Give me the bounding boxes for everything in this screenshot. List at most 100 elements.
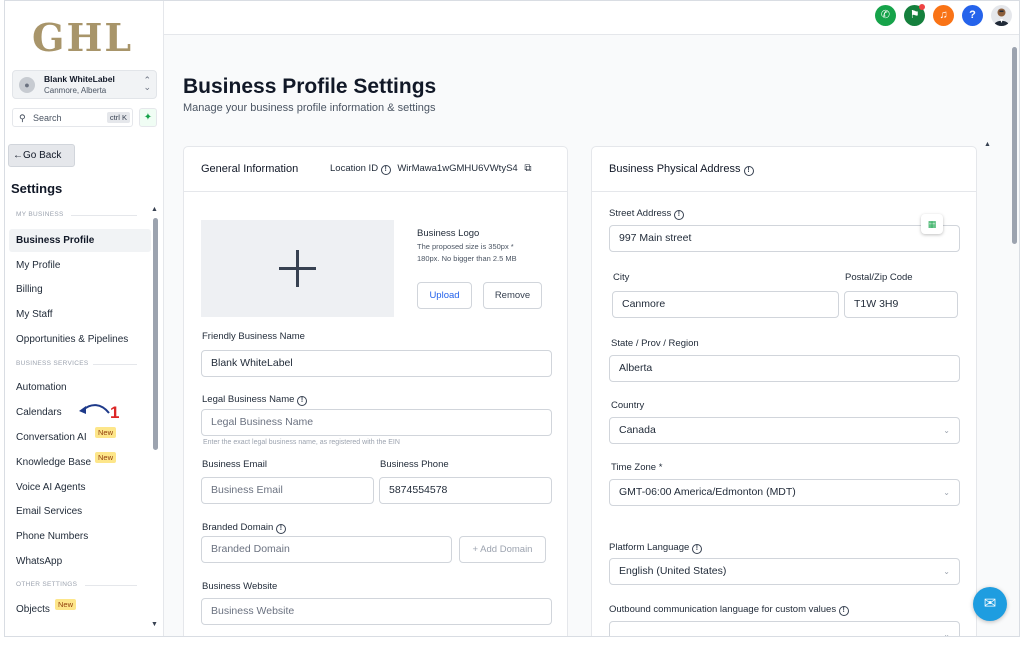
platform-language-label: Platform Language ! (609, 542, 702, 554)
sidebar-item-opportunities[interactable]: Opportunities & Pipelines (9, 328, 151, 351)
sidebar-item-voice-ai-agents[interactable]: Voice AI Agents (9, 476, 151, 499)
platform-language-select[interactable]: English (United States) ⌄ (609, 558, 960, 585)
timezone-select[interactable]: GMT-06:00 America/Edmonton (MDT) ⌄ (609, 479, 960, 506)
plus-icon-vertical (296, 250, 299, 287)
sidebar-item-email-services[interactable]: Email Services (9, 500, 151, 523)
help-icon[interactable]: ? (962, 5, 983, 26)
new-badge: New (55, 599, 77, 610)
sidebar-item-my-staff[interactable]: My Staff (9, 303, 151, 326)
sidebar-item-whatsapp[interactable]: WhatsApp (9, 550, 151, 573)
timezone-value: GMT-06:00 America/Edmonton (MDT) (619, 486, 796, 498)
brand-logo: GHL (32, 15, 134, 60)
phone-icon[interactable]: ✆ (875, 5, 896, 26)
outbound-language-select[interactable]: ⌄ (609, 621, 960, 637)
country-select[interactable]: Canada ⌄ (609, 417, 960, 444)
sidebar-item-billing[interactable]: Billing (9, 278, 151, 301)
new-badge: New (95, 427, 117, 438)
info-icon: ! (691, 544, 702, 554)
chevron-down-icon: ⌄ (943, 567, 950, 576)
upload-button[interactable]: Upload (417, 282, 472, 309)
account-switcher[interactable]: ● Blank WhiteLabel Canmore, Alberta ⌃ ⌄ (12, 70, 157, 99)
scroll-down-icon[interactable]: ▼ (151, 621, 158, 628)
legal-name-label-text: Legal Business Name (202, 394, 295, 405)
bell-icon[interactable]: ♫ (933, 5, 954, 26)
page-subtitle: Manage your business profile information… (183, 102, 436, 114)
settings-title: Settings (11, 181, 63, 196)
section-divider (93, 364, 137, 365)
go-back-button[interactable]: ←Go Back (8, 144, 75, 167)
new-badge: New (95, 452, 117, 463)
chat-widget-icon[interactable]: ✉ (973, 587, 1007, 621)
business-website-input[interactable]: Business Website (201, 598, 552, 625)
search-bar[interactable]: ⚲ Search ctrl K (12, 108, 133, 127)
sidebar-item-objects[interactable]: Objects (9, 598, 151, 621)
app-window: GHL ● Blank WhiteLabel Canmore, Alberta … (4, 0, 1020, 637)
location-id: Location ID ! WirMawa1wGMHU6VWtyS4 ⧉ (330, 163, 531, 175)
card-title: General Information (201, 163, 299, 175)
info-icon: ! (297, 396, 308, 406)
scroll-up-icon[interactable]: ▲ (984, 141, 991, 148)
search-icon: ⚲ (19, 113, 26, 123)
section-label-other-settings: OTHER SETTINGS (16, 581, 78, 588)
card-title: Business Physical Address ! (609, 163, 754, 176)
user-avatar[interactable] (991, 5, 1012, 26)
info-icon: ! (380, 165, 391, 175)
timezone-label-text: Time Zone (611, 462, 657, 473)
add-domain-button[interactable]: + Add Domain (459, 536, 546, 563)
platform-language-label-text: Platform Language (609, 542, 690, 553)
location-id-label: Location ID (330, 163, 379, 174)
go-back-label: Go Back (23, 150, 62, 161)
timezone-label: Time Zone * (611, 462, 662, 473)
sidebar: GHL ● Blank WhiteLabel Canmore, Alberta … (5, 1, 164, 636)
chevron-down-icon: ⌄ (943, 630, 950, 637)
sidebar-item-phone-numbers[interactable]: Phone Numbers (9, 525, 151, 548)
top-bar: ✆ ⚑ ♫ ? (164, 1, 1019, 35)
ai-sparkle-button[interactable]: ✦ (139, 108, 157, 127)
copy-icon[interactable]: ⧉ (524, 163, 531, 174)
page-title: Business Profile Settings (183, 75, 437, 98)
contact-card-icon[interactable]: ▦ (921, 214, 943, 234)
state-input[interactable]: Alberta (609, 355, 960, 382)
business-email-input[interactable]: Business Email (201, 477, 374, 504)
logo-hint-2: 180px. No bigger than 2.5 MB (417, 254, 517, 263)
notification-dot (919, 4, 925, 10)
main-scrollbar[interactable] (1012, 47, 1017, 244)
branded-domain-input[interactable]: Branded Domain (201, 536, 452, 563)
business-email-label: Business Email (202, 459, 267, 470)
sidebar-item-business-profile[interactable]: Business Profile (9, 229, 151, 252)
sidebar-scrollbar[interactable] (153, 218, 158, 450)
remove-button[interactable]: Remove (483, 282, 542, 309)
outbound-language-label: Outbound communication language for cust… (609, 604, 849, 616)
sidebar-item-conversation-ai[interactable]: Conversation AI (9, 426, 151, 449)
info-icon: ! (673, 210, 684, 220)
card-title-text: Business Physical Address (609, 163, 741, 175)
postal-code-input[interactable]: T1W 3H9 (844, 291, 958, 318)
country-label: Country (611, 400, 645, 411)
account-name: Blank WhiteLabel (44, 74, 115, 84)
section-label-business-services: BUSINESS SERVICES (16, 360, 89, 367)
friendly-name-label: Friendly Business Name (202, 331, 305, 342)
account-avatar-icon: ● (19, 77, 35, 93)
friendly-name-input[interactable]: Blank WhiteLabel (201, 350, 552, 377)
legal-name-input[interactable]: Legal Business Name (201, 409, 552, 436)
scroll-up-icon[interactable]: ▲ (151, 206, 158, 213)
street-address-label-text: Street Address (609, 208, 672, 219)
sidebar-item-automation[interactable]: Automation (9, 376, 151, 399)
section-divider (71, 215, 137, 216)
logo-upload-area[interactable] (201, 220, 394, 317)
business-phone-input[interactable]: 5874554578 (379, 477, 552, 504)
general-information-card: General Information Location ID ! WirMaw… (183, 146, 568, 636)
card-header: Business Physical Address ! (592, 147, 976, 192)
sidebar-item-knowledge-base[interactable]: Knowledge Base (9, 451, 151, 474)
city-input[interactable]: Canmore (612, 291, 839, 318)
street-address-label: Street Address ! (609, 208, 684, 220)
business-phone-label: Business Phone (380, 459, 449, 470)
platform-language-value: English (United States) (619, 565, 727, 577)
legal-name-label: Legal Business Name ! (202, 394, 308, 406)
sidebar-item-my-profile[interactable]: My Profile (9, 254, 151, 277)
search-label: Search (33, 113, 62, 123)
state-label: State / Prov / Region (611, 338, 699, 349)
annotation-number: 1 (110, 403, 120, 422)
street-address-input[interactable]: 997 Main street (609, 225, 960, 252)
city-label: City (613, 272, 630, 283)
